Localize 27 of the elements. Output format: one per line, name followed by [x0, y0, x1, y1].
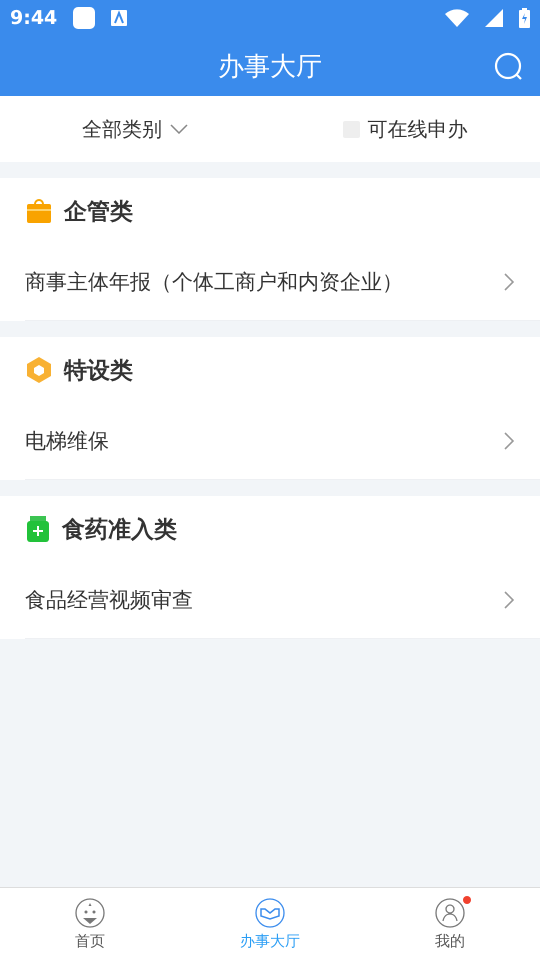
app-notification-icon [73, 7, 96, 29]
chevron-right-icon [504, 432, 514, 450]
page-title: 办事大厅 [218, 50, 322, 84]
briefcase-icon [26, 198, 52, 224]
service-item[interactable]: 电梯维保 [25, 403, 540, 480]
bottle-icon [26, 515, 50, 543]
emblem-icon [75, 898, 105, 928]
person-icon [435, 898, 465, 928]
nav-tab[interactable]: 我的 [360, 888, 540, 960]
signal-icon [485, 9, 503, 27]
chevron-right-icon [504, 591, 514, 609]
chevron-right-icon [504, 273, 514, 291]
keyboard-notification-icon [111, 10, 128, 26]
checkbox-label: 可在线申办 [368, 116, 468, 142]
hexagon-icon [26, 356, 52, 384]
battery-icon [519, 8, 530, 28]
wifi-icon [445, 9, 469, 27]
service-item[interactable]: 商事主体年报（个体工商户和内资企业） [25, 244, 540, 321]
category-title: 特设类 [64, 356, 133, 386]
search-icon[interactable] [494, 52, 524, 82]
category-dropdown[interactable]: 全部类别 [76, 114, 194, 144]
chevron-down-icon [170, 124, 188, 134]
category-title: 企管类 [64, 198, 133, 226]
category-title: 食药准入类 [62, 516, 177, 544]
status-time: 9:44 [10, 7, 58, 29]
nav-tab[interactable]: 首页 [0, 888, 180, 960]
service-item[interactable]: 食品经营视频审查 [25, 562, 540, 639]
